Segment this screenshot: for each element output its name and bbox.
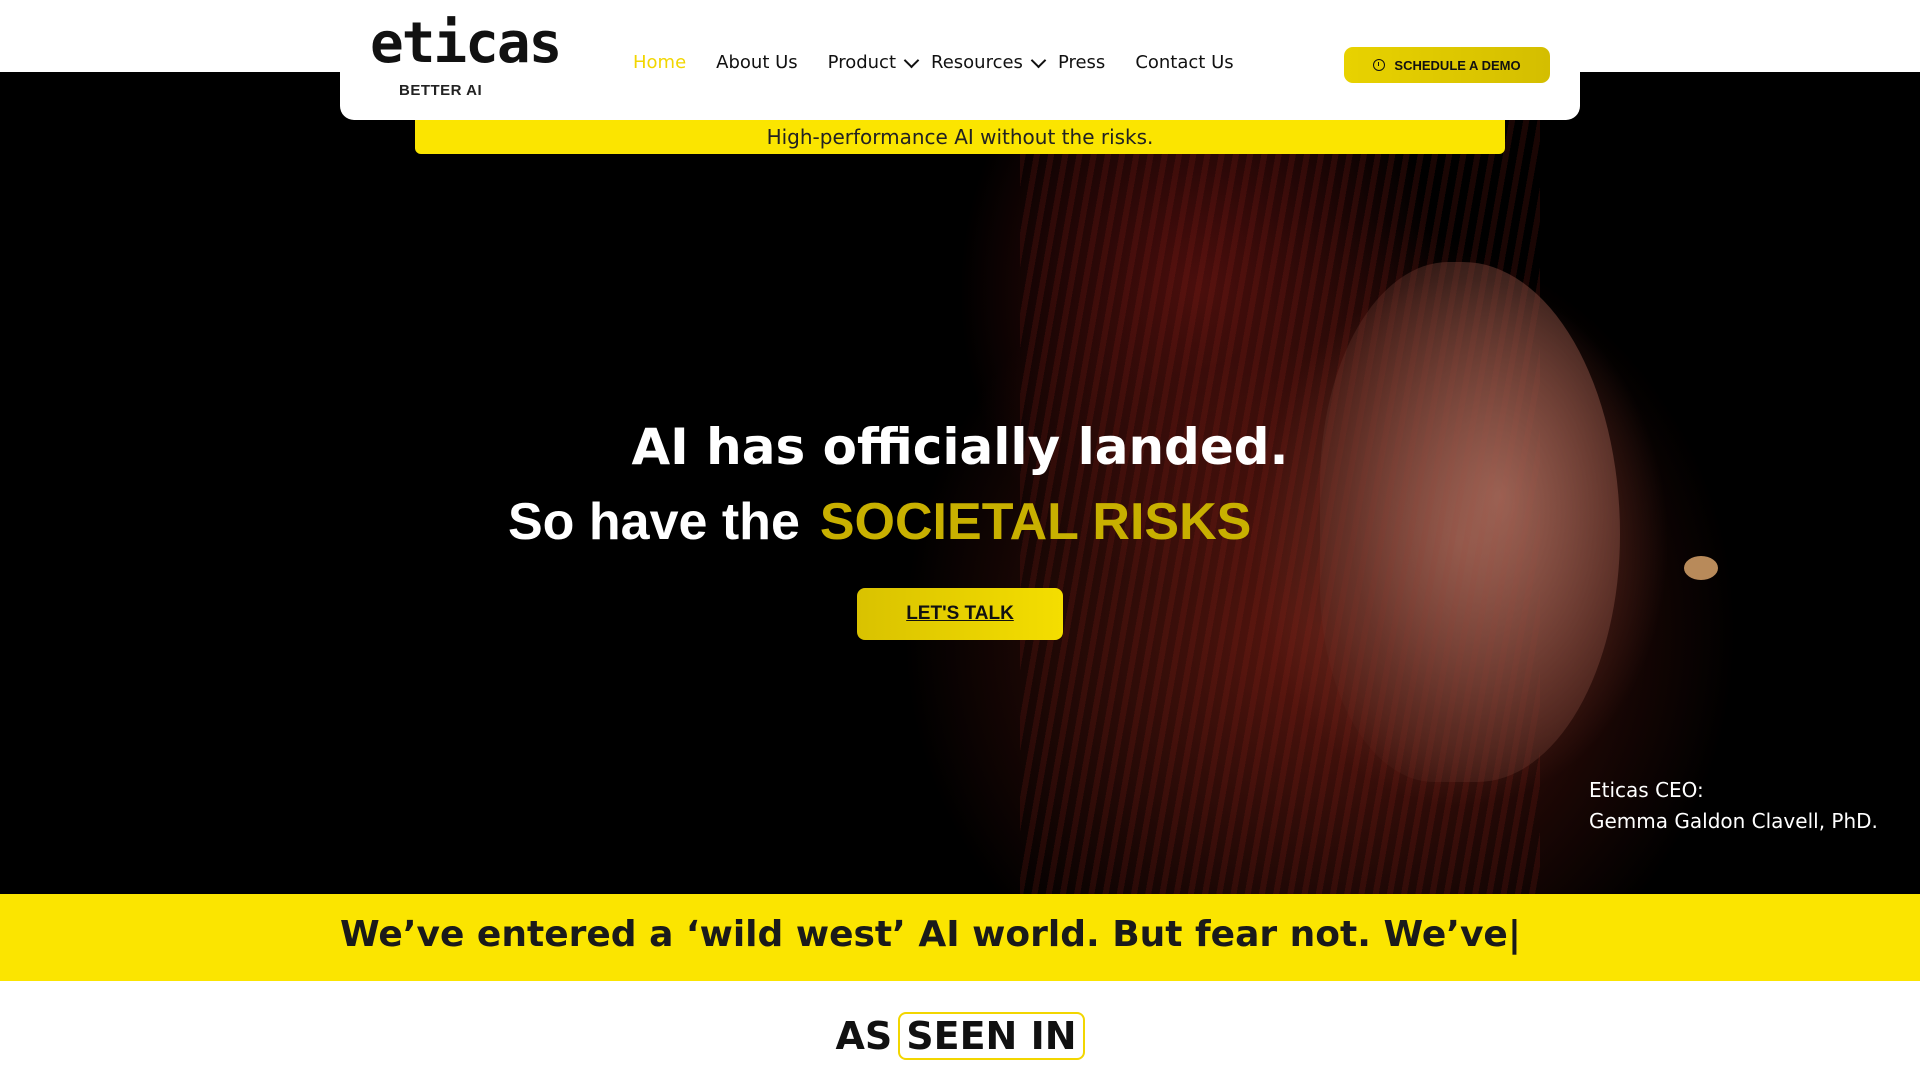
hero-headline-line2: So have the SOCIETAL RISKS [508, 492, 1251, 552]
hero-section: AI has officially landed. So have the SOC… [0, 72, 1920, 894]
hero-headline-prefix: So have the [508, 493, 800, 551]
nav-press-label: Press [1057, 52, 1106, 73]
nav-product-label: Product [827, 52, 896, 73]
nav-about-us-label: About Us [716, 52, 798, 73]
nav-press[interactable]: Press [1058, 52, 1105, 73]
lets-talk-button[interactable]: LET'S TALK [857, 588, 1063, 640]
nav-home-label: Home [633, 52, 687, 73]
nav-resources-label: Resources [931, 52, 1023, 73]
nav-product[interactable]: Product [827, 52, 920, 73]
nav-home[interactable]: Home [633, 52, 686, 73]
photo-face [1320, 262, 1620, 782]
seen-in-boxed: SEEN IN [898, 1012, 1085, 1060]
caption-title: Eticas CEO: [1589, 778, 1704, 802]
seen-in-prefix: AS [835, 1014, 893, 1058]
main-nav: Home About Us Product Resources Press Co… [633, 52, 1264, 73]
as-seen-in-heading: AS SEEN IN [0, 1012, 1920, 1060]
nav-contact-us[interactable]: Contact Us [1135, 52, 1233, 73]
schedule-demo-label: SCHEDULE A DEMO [1394, 57, 1521, 73]
banner-text: We’ve entered a ‘wild west’ AI world. Bu… [340, 914, 1521, 955]
headset-mic [1684, 556, 1718, 580]
logo-subtitle: BETTER AI [399, 82, 483, 99]
caption-name: Gemma Galdon Clavell, PhD. [1589, 809, 1878, 833]
hero-headline-accent: SOCIETAL RISKS [819, 493, 1252, 551]
tagline-bar: High-performance AI without the risks. [415, 120, 1505, 154]
chevron-down-icon [1030, 52, 1047, 68]
nav-contact-us-label: Contact Us [1135, 52, 1234, 73]
nav-resources[interactable]: Resources [931, 52, 1047, 73]
chevron-down-icon [903, 52, 920, 68]
header-nav-card: eticas BETTER AI Home About Us Product R… [340, 0, 1580, 120]
clock-icon [1373, 59, 1386, 71]
yellow-banner: We’ve entered a ‘wild west’ AI world. Bu… [0, 894, 1920, 981]
nav-about-us[interactable]: About Us [716, 52, 798, 73]
photo-caption: Eticas CEO: Gemma Galdon Clavell, PhD. [1589, 775, 1878, 837]
hero-headline-line1: AI has officially landed. [631, 418, 1289, 476]
eticas-logo[interactable]: eticas [370, 14, 562, 74]
schedule-demo-button[interactable]: SCHEDULE A DEMO [1344, 47, 1550, 83]
ceo-photo [900, 72, 1920, 894]
